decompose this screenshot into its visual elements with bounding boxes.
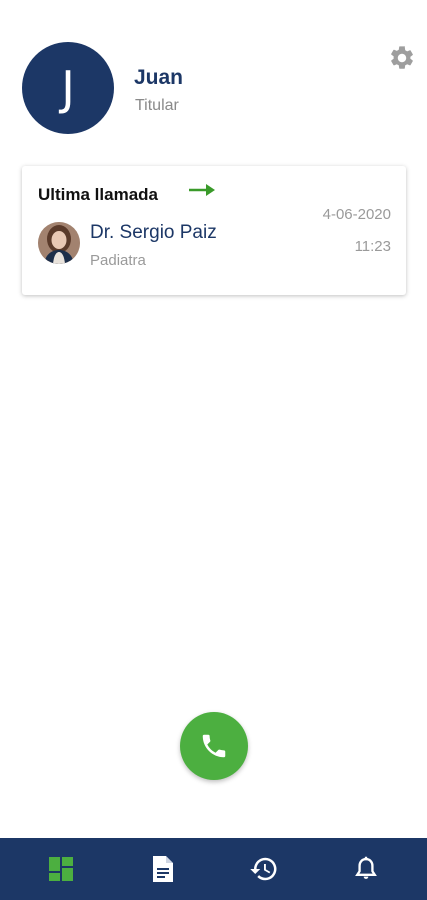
outgoing-arrow-icon <box>188 182 216 198</box>
history-icon <box>250 857 277 881</box>
doctor-photo-avatar <box>38 222 80 264</box>
call-date: 4-06-2020 <box>322 206 391 223</box>
call-time: 11:23 <box>354 238 391 255</box>
last-call-title: Ultima llamada <box>38 185 158 204</box>
user-name: Juan <box>134 66 184 89</box>
call-button[interactable] <box>180 712 248 780</box>
doctor-specialty: Padiatra <box>90 252 146 269</box>
user-role: Titular <box>135 97 179 114</box>
nav-history[interactable] <box>234 838 294 900</box>
last-call-card[interactable]: Ultima llamada Dr. Sergio Paiz Padiatra … <box>22 166 406 295</box>
nav-dashboard[interactable] <box>31 838 91 900</box>
document-icon <box>152 856 173 882</box>
nav-documents[interactable] <box>133 838 193 900</box>
settings-gear-icon[interactable] <box>388 44 416 72</box>
bell-icon <box>355 856 378 879</box>
doctor-name: Dr. Sergio Paiz <box>90 222 217 243</box>
user-avatar[interactable]: J <box>22 42 114 134</box>
bottom-navigation <box>0 838 427 900</box>
dashboard-icon <box>48 857 73 881</box>
nav-notifications[interactable] <box>336 838 396 900</box>
phone-icon <box>202 734 226 758</box>
